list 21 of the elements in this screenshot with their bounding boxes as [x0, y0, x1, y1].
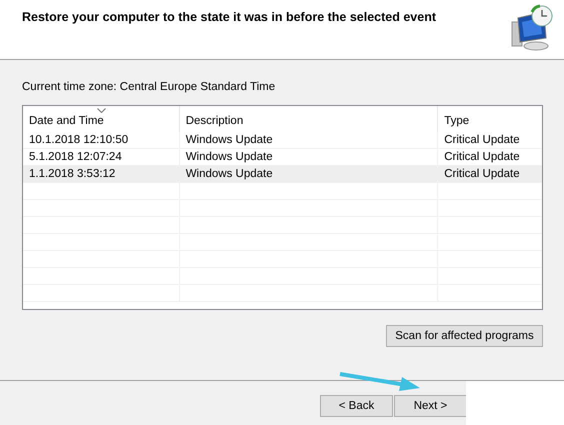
table-cell: 5.1.2018 12:07:24 [23, 149, 180, 165]
table-cell: Windows Update [180, 149, 438, 165]
table-cell: Windows Update [180, 132, 438, 148]
column-header[interactable]: Date and Time [23, 106, 180, 132]
table-cell-text: Critical Update [443, 150, 521, 165]
table-cell: Windows Update [180, 166, 438, 182]
table-cell-text: Critical Update [443, 167, 521, 182]
column-header[interactable]: Type [438, 106, 542, 132]
sort-caret-icon [97, 108, 106, 113]
time-zone-label: Current time zone: Central Europe Standard Time [22, 81, 276, 95]
table-row[interactable]: 1.1.2018 3:53:12 Windows Update Critical Update [23, 166, 542, 183]
table-cell: 10.1.2018 12:10:50 [23, 132, 180, 148]
nav-button[interactable]: Next > [394, 395, 467, 417]
table-cell: 1.1.2018 3:53:12 [23, 166, 180, 182]
header-title: Restore your computer to the state it was in before the selected event [22, 10, 436, 24]
scan-button[interactable]: Scan for affected programs [386, 325, 543, 347]
table-cell-text: Critical Update [443, 133, 521, 148]
computer-clock-icon [510, 4, 554, 52]
column-header[interactable]: Description [180, 106, 438, 132]
nav-button[interactable]: < Back [320, 395, 393, 417]
table-row[interactable]: 10.1.2018 12:10:50 Windows Update Critical Update [23, 132, 542, 149]
